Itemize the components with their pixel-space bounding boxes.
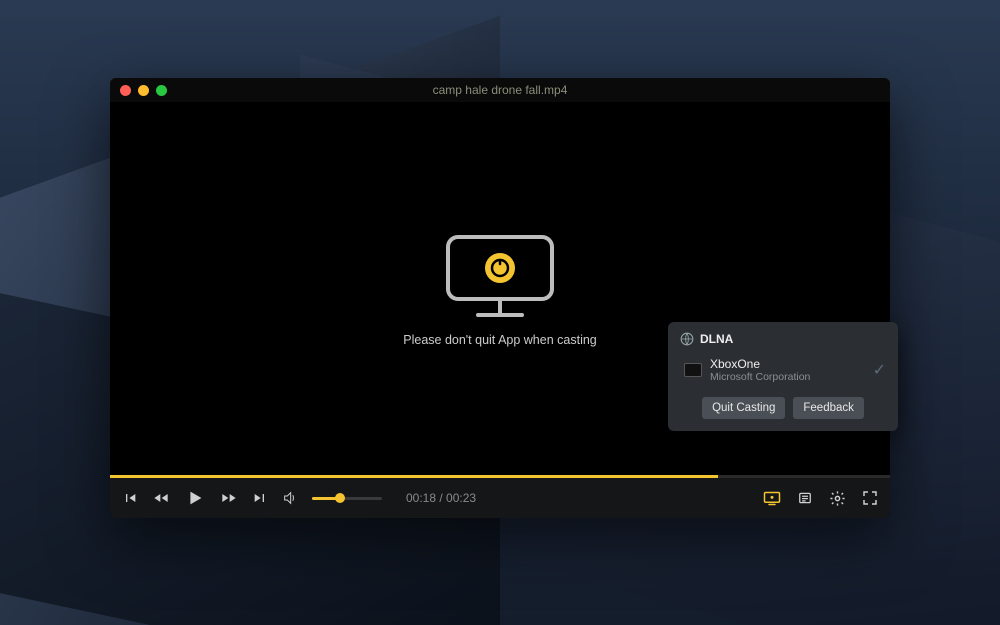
playlist-button[interactable]: [797, 491, 813, 505]
controls-bar: 00:18 / 00:23: [110, 478, 890, 518]
device-row[interactable]: XboxOne Microsoft Corporation ✓: [680, 354, 886, 393]
casting-popup: DLNA XboxOne Microsoft Corporation ✓ Qui…: [668, 322, 898, 431]
protocol-label: DLNA: [700, 332, 733, 346]
casting-indicator: Please don't quit App when casting: [403, 231, 597, 347]
feedback-button[interactable]: Feedback: [793, 397, 864, 419]
device-name: XboxOne: [710, 358, 865, 371]
titlebar: camp hale drone fall.mp4: [110, 78, 890, 102]
volume-button[interactable]: [282, 490, 298, 506]
popup-header: DLNA: [680, 332, 886, 346]
progress-fill: [110, 475, 718, 478]
skip-forward-button[interactable]: [252, 490, 268, 506]
fast-forward-button[interactable]: [220, 490, 238, 506]
skip-back-button[interactable]: [122, 490, 138, 506]
dlna-icon: [680, 332, 694, 346]
casting-message: Please don't quit App when casting: [403, 333, 597, 347]
device-vendor: Microsoft Corporation: [710, 371, 865, 383]
monitor-icon: [440, 231, 560, 321]
window-title: camp hale drone fall.mp4: [110, 83, 890, 97]
settings-button[interactable]: [829, 490, 846, 507]
device-icon: [684, 363, 702, 377]
cast-button[interactable]: [763, 491, 781, 506]
check-icon: ✓: [873, 360, 886, 380]
volume-slider[interactable]: [312, 497, 382, 500]
quit-casting-button[interactable]: Quit Casting: [702, 397, 785, 419]
player-window: camp hale drone fall.mp4 Please don't qu…: [110, 78, 890, 518]
fullscreen-button[interactable]: [862, 490, 878, 506]
play-button[interactable]: [184, 487, 206, 509]
video-area[interactable]: Please don't quit App when casting DLNA …: [110, 102, 890, 475]
progress-bar[interactable]: [110, 475, 890, 478]
rewind-button[interactable]: [152, 490, 170, 506]
time-display: 00:18 / 00:23: [406, 491, 476, 505]
